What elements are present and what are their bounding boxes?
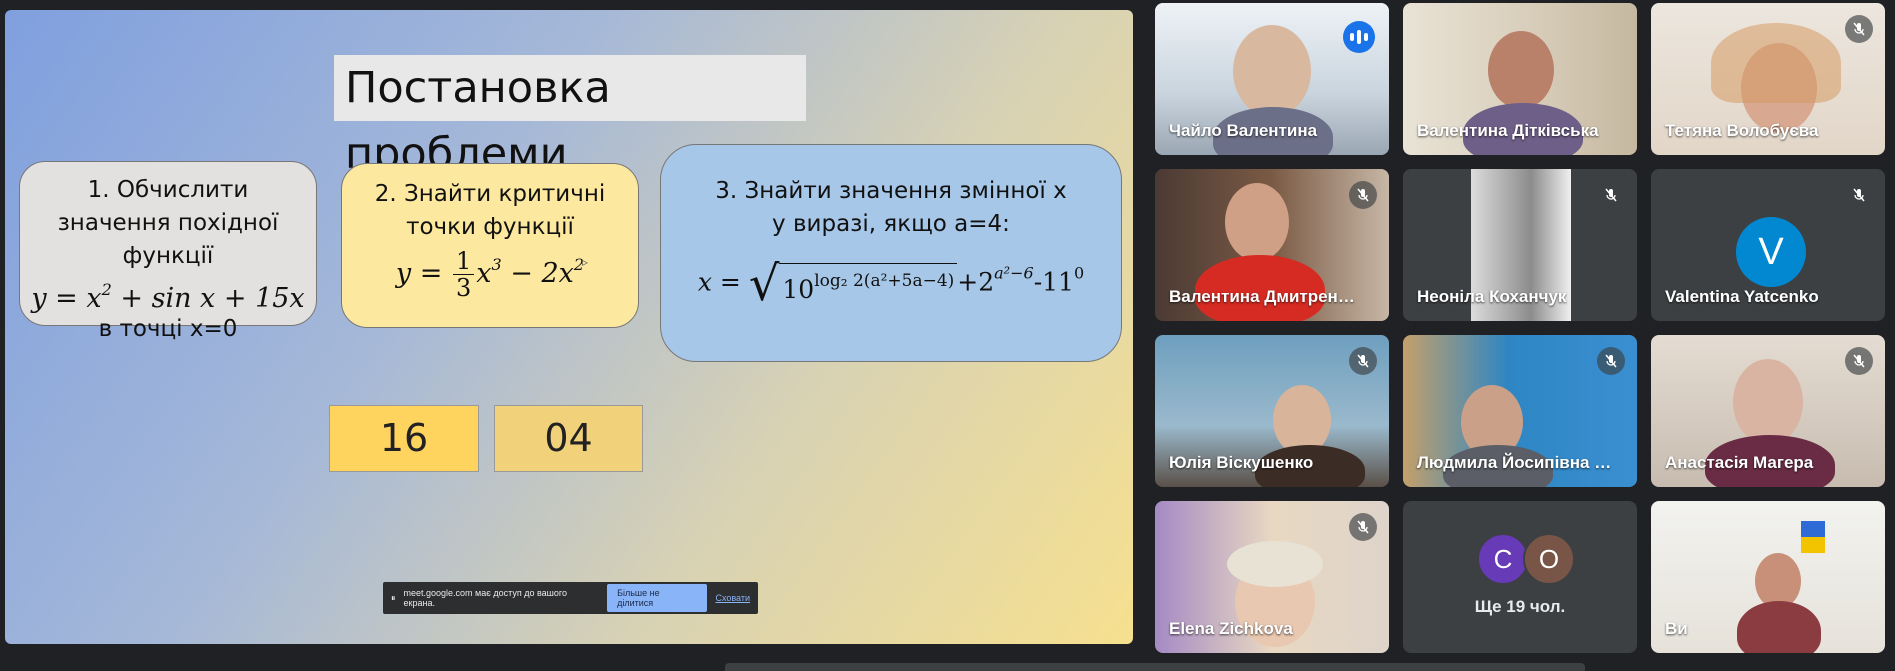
speaking-indicator-icon <box>1343 21 1375 53</box>
participant-tile[interactable]: Валентина Дмитрен… <box>1155 169 1389 321</box>
screen-share-bar: ⏸ meet.google.com має доступ до вашого е… <box>383 582 758 614</box>
more-participants-tile[interactable]: C O Ще 19 чол. <box>1403 501 1637 653</box>
participant-name: Valentina Yatcenko <box>1665 287 1819 306</box>
timer-minutes: 16 <box>329 405 479 472</box>
participant-tile[interactable]: Чайло Валентина <box>1155 3 1389 155</box>
shared-screen-slide: Постановка проблеми 1. Обчислити значенн… <box>5 10 1133 644</box>
mic-off-icon <box>1845 15 1873 43</box>
participant-name: Валентина Дітківська <box>1417 121 1599 140</box>
task-2-line-2: точки функції <box>406 214 574 240</box>
mic-off-icon <box>1349 513 1377 541</box>
task-3-line-1: 3. Знайти значення змінної х <box>715 178 1067 204</box>
task-2-line-1: 2. Знайти критичні <box>374 181 606 207</box>
avatar: O <box>1523 533 1575 585</box>
more-avatars: C O <box>1477 533 1575 585</box>
participant-name: Тетяна Волобуєва <box>1665 121 1819 140</box>
mouse-cursor-icon: ▹ <box>582 255 589 269</box>
task-3-line-2: у виразі, якщо а=4: <box>772 211 1010 237</box>
stop-sharing-button[interactable]: Більше не ділитися <box>607 584 708 612</box>
participant-tile[interactable]: Тетяна Волобуєва <box>1651 3 1885 155</box>
bottom-control-bar <box>725 663 1585 671</box>
participant-name: Чайло Валентина <box>1169 121 1318 140</box>
self-view-tile[interactable]: Ви <box>1651 501 1885 653</box>
mic-off-icon <box>1349 181 1377 209</box>
participant-tile[interactable]: Elena Zichkova <box>1155 501 1389 653</box>
mic-off-icon <box>1845 347 1873 375</box>
participant-tile[interactable]: Валентина Дітківська <box>1403 3 1637 155</box>
task-1-box: 1. Обчислити значення похідної функції y… <box>19 161 317 342</box>
slide-title: Постановка проблеми <box>334 55 806 179</box>
participant-name: Валентина Дмитрен… <box>1169 287 1355 306</box>
participant-tile[interactable]: V Valentina Yatcenko <box>1651 169 1885 321</box>
timer-seconds: 04 <box>494 405 643 472</box>
task-1-line-1: 1. Обчислити <box>87 177 249 203</box>
participant-tile[interactable]: Анастасія Магера <box>1651 335 1885 487</box>
participant-name: Неоніла Коханчук <box>1417 287 1567 306</box>
participant-name: Elena Zichkova <box>1169 619 1293 638</box>
task-2-box: 2. Знайти критичні точки функції y = 13x… <box>341 163 639 328</box>
task-1-line-3: функції <box>122 243 214 269</box>
mic-off-icon <box>1597 181 1625 209</box>
avatar: C <box>1477 533 1529 585</box>
participant-name: Ви <box>1665 619 1688 638</box>
avatar: V <box>1736 217 1806 287</box>
more-participants-label: Ще 19 чол. <box>1474 597 1566 616</box>
task-3-formula: x = √ 10log₂ 2(a²+5a−4) +2a²−6-110 <box>697 256 1085 312</box>
pause-icon: ⏸ <box>391 592 396 603</box>
mic-off-icon <box>1597 347 1625 375</box>
task-1-line-2: значення похідної <box>57 210 279 236</box>
task-3-box: 3. Знайти значення змінної х у виразі, я… <box>660 144 1122 362</box>
participant-name: Анастасія Магера <box>1665 453 1814 472</box>
participant-tile[interactable]: Неоніла Коханчук <box>1403 169 1637 321</box>
participant-tile[interactable]: Людмила Йосипівна … <box>1403 335 1637 487</box>
mic-off-icon <box>1349 347 1377 375</box>
task-1-point: в точці х=0 <box>98 316 238 342</box>
task-2-formula: y = 1 3 x3 − 2x2 <box>395 247 585 302</box>
participant-name: Людмила Йосипівна … <box>1417 453 1612 472</box>
participant-tile[interactable]: Юлія Віскушенко <box>1155 335 1389 487</box>
participant-name: Юлія Віскушенко <box>1169 453 1314 472</box>
task-1-formula: y = x2 + sin x + 15x <box>31 280 305 314</box>
mic-off-icon <box>1845 181 1873 209</box>
share-message: meet.google.com має доступ до вашого екр… <box>403 588 567 608</box>
hide-share-bar-link[interactable]: Сховати <box>715 593 750 603</box>
